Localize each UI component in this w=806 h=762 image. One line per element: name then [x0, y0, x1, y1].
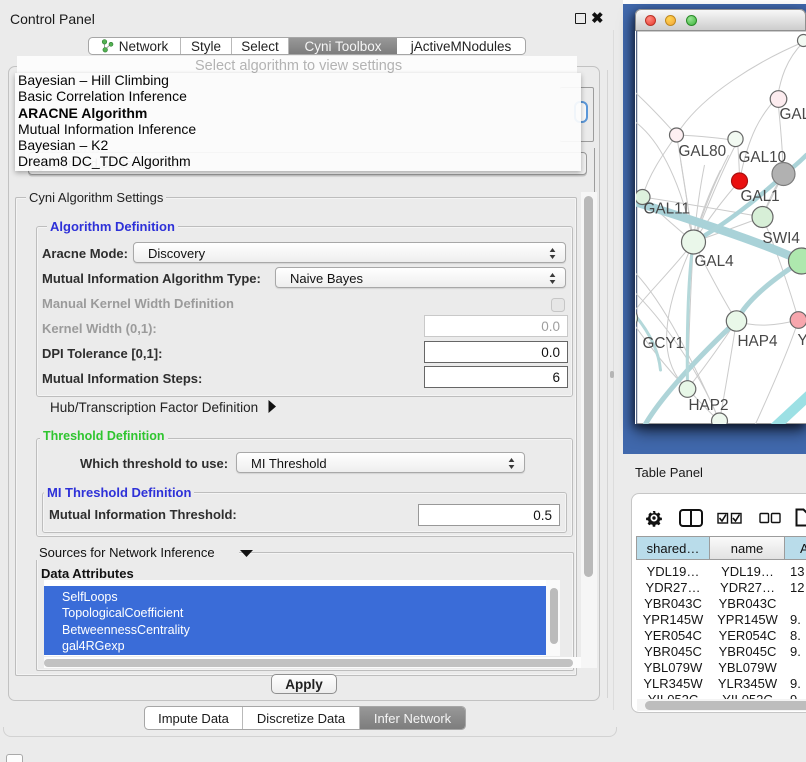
svg-text:Y: Y	[797, 332, 806, 349]
svg-text:GAL7: GAL7	[779, 106, 806, 123]
svg-text:GAL11: GAL11	[643, 201, 690, 218]
svg-text:GAL10: GAL10	[738, 149, 786, 166]
svg-text:HAP2: HAP2	[688, 397, 728, 414]
svg-text:GCY1: GCY1	[642, 335, 684, 352]
svg-text:GAL80: GAL80	[678, 143, 726, 160]
svg-text:GAL4: GAL4	[694, 253, 734, 270]
svg-text:GAL1: GAL1	[740, 188, 779, 205]
svg-text:SWI4: SWI4	[762, 230, 800, 247]
svg-text:HAP4: HAP4	[737, 333, 777, 350]
